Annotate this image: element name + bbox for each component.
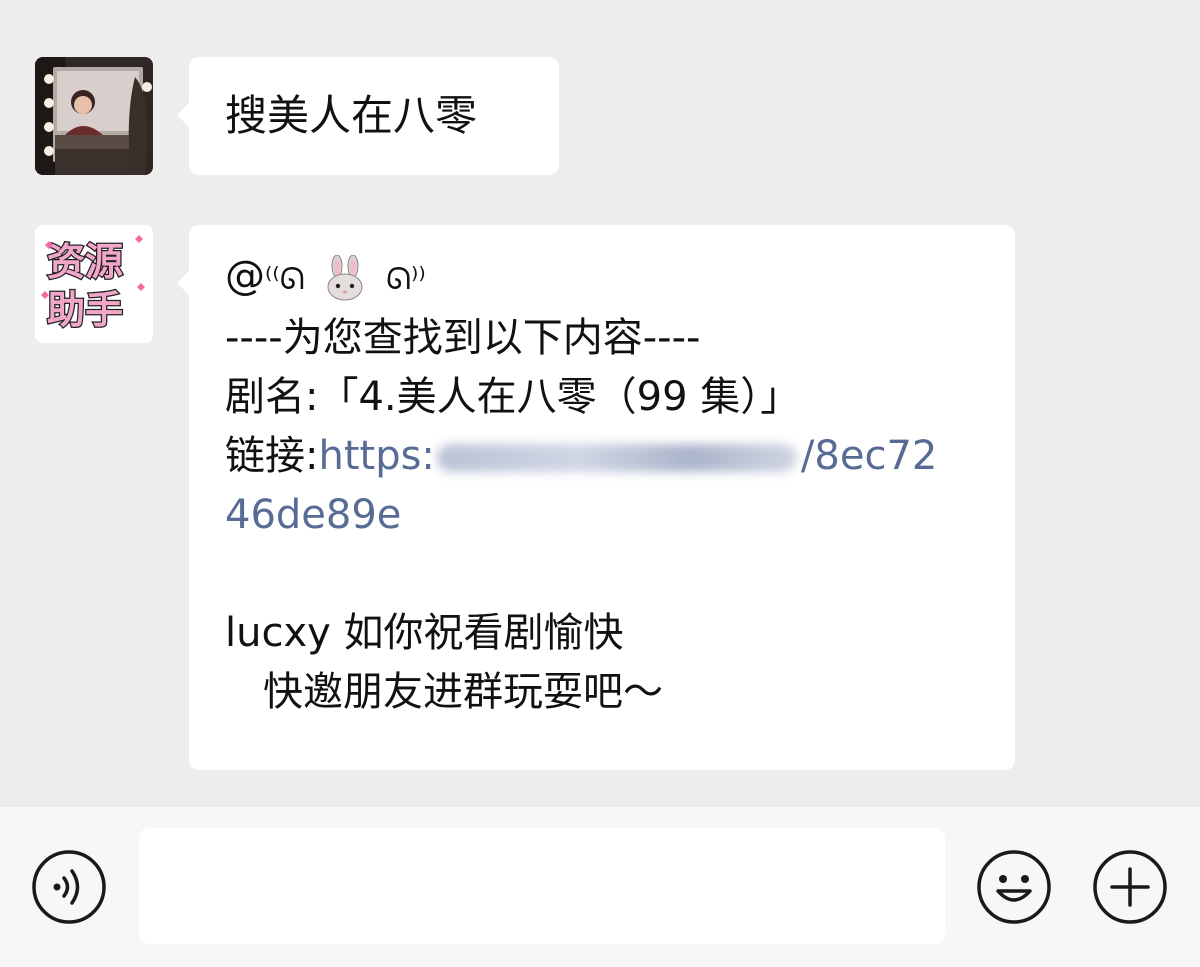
plus-icon-svg [1093, 850, 1167, 924]
mention-line: @⁽⁽ᘏ ᘏ⁾⁾ [225, 247, 995, 309]
user-photo [35, 57, 153, 175]
rabbit-face-icon [327, 255, 363, 301]
chat-area[interactable]: 搜美人在八零 资源 助手 @⁽⁽ᘏ ᘏ⁾⁾ ----为您查找到以下内容---- … [0, 0, 1200, 805]
bot-avatar[interactable]: 资源 助手 [35, 225, 153, 343]
voice-icon[interactable] [31, 849, 107, 925]
message-input[interactable] [139, 828, 945, 944]
link-label: 链接: [225, 433, 319, 479]
wish-line: lucxy 如你祝看剧愉快 [225, 610, 624, 656]
message-text: 搜美人在八零 [225, 91, 478, 140]
message-bubble[interactable]: @⁽⁽ᘏ ᘏ⁾⁾ ----为您查找到以下内容---- 剧名:「4.美人在八零（9… [177, 225, 1015, 770]
mention-deco-right: ᘏ⁾⁾ [386, 262, 426, 297]
link-url[interactable]: https: /8ec72 [318, 433, 937, 479]
emoji-icon-svg [977, 850, 1051, 924]
blurred-link-segment [436, 444, 797, 472]
title-label: 剧名: [225, 374, 319, 420]
bot-avatar-image: 资源 助手 [35, 225, 153, 343]
voice-icon-svg [32, 850, 106, 924]
invite-line: 快邀朋友进群玩耍吧～ [263, 669, 663, 715]
result-header: ----为您查找到以下内容---- [225, 315, 701, 361]
plus-icon[interactable] [1092, 849, 1168, 925]
mention-deco-left: ⁽⁽ᘏ [265, 262, 305, 297]
link-line: 链接:https: /8ec72 [225, 427, 995, 486]
emoji-icon[interactable] [976, 849, 1052, 925]
bot-avatar-text-top: 资源 [47, 240, 123, 284]
link-end[interactable]: /8ec72 [801, 433, 937, 479]
mention-at: @ [225, 253, 265, 299]
user-avatar[interactable] [35, 57, 153, 175]
link-url-continued[interactable]: 46de89e [225, 486, 995, 545]
link-start[interactable]: https: [318, 433, 434, 479]
title-line: 剧名:「4.美人在八零（99 集）」 [225, 368, 995, 427]
bot-avatar-text-bottom: 助手 [47, 288, 123, 332]
input-bar [0, 805, 1200, 967]
title-value: 「4.美人在八零（99 集）」 [318, 374, 801, 420]
message-bubble[interactable]: 搜美人在八零 [177, 57, 559, 175]
